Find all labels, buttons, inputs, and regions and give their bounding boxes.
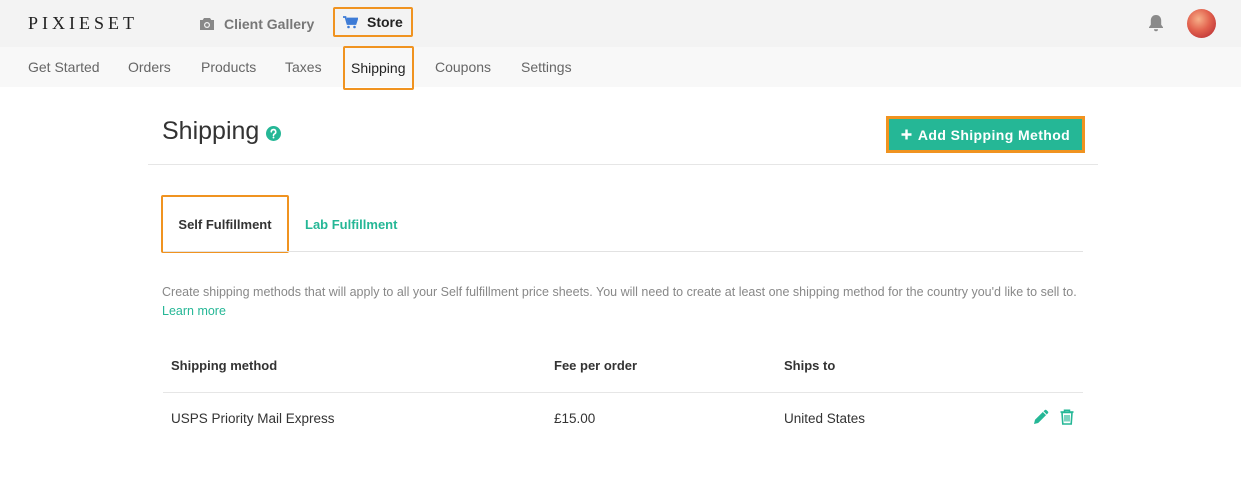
column-header-shipping-method: Shipping method — [171, 358, 278, 373]
column-header-fee-per-order: Fee per order — [554, 358, 638, 373]
store-label: Store — [367, 14, 403, 30]
camera-icon — [200, 17, 214, 30]
cell-ships-to: United States — [784, 411, 866, 426]
cart-icon — [343, 15, 358, 28]
top-bar: PIXIESET Client Gallery Store — [0, 0, 1241, 47]
learn-more-link[interactable]: Learn more — [162, 304, 226, 318]
pencil-icon[interactable] — [1032, 408, 1050, 426]
cell-shipping-method: USPS Priority Mail Express — [171, 411, 335, 426]
client-gallery-link[interactable]: Client Gallery — [199, 0, 314, 47]
page-title: Shipping — [162, 117, 282, 146]
pixieset-logo[interactable]: PIXIESET — [28, 13, 138, 34]
add-shipping-method-button[interactable]: Add Shipping Method — [886, 116, 1085, 153]
client-gallery-label: Client Gallery — [224, 15, 315, 32]
description-text: Create shipping methods that will apply … — [162, 285, 1077, 299]
tabs-divider — [163, 251, 1083, 252]
subnav-orders[interactable]: Orders — [128, 47, 171, 87]
subnav-taxes[interactable]: Taxes — [285, 47, 322, 87]
subnav-get-started[interactable]: Get Started — [28, 47, 100, 87]
column-header-ships-to: Ships to — [784, 358, 836, 373]
trash-icon[interactable] — [1058, 408, 1076, 426]
subnav-settings[interactable]: Settings — [521, 47, 572, 87]
tab-lab-fulfillment[interactable]: Lab Fulfillment — [305, 210, 397, 238]
store-link[interactable]: Store — [333, 7, 413, 37]
header-divider — [148, 164, 1098, 165]
bell-icon[interactable] — [1146, 13, 1166, 33]
store-subnav: Get Started Orders Products Taxes Shippi… — [0, 46, 1241, 90]
subnav-shipping[interactable]: Shipping — [343, 46, 414, 90]
shipping-description: Create shipping methods that will apply … — [162, 283, 1082, 321]
user-avatar[interactable] — [1187, 9, 1216, 38]
tab-self-fulfillment[interactable]: Self Fulfillment — [161, 195, 289, 253]
add-shipping-method-label: Add Shipping Method — [917, 126, 1071, 143]
page-title-text: Shipping — [162, 117, 260, 145]
subnav-coupons[interactable]: Coupons — [435, 47, 491, 87]
subnav-products[interactable]: Products — [201, 47, 256, 87]
table-header-divider — [163, 392, 1083, 393]
cell-fee-per-order: £15.00 — [554, 411, 596, 426]
plus-icon — [901, 129, 912, 140]
question-circle-icon[interactable] — [266, 126, 282, 141]
